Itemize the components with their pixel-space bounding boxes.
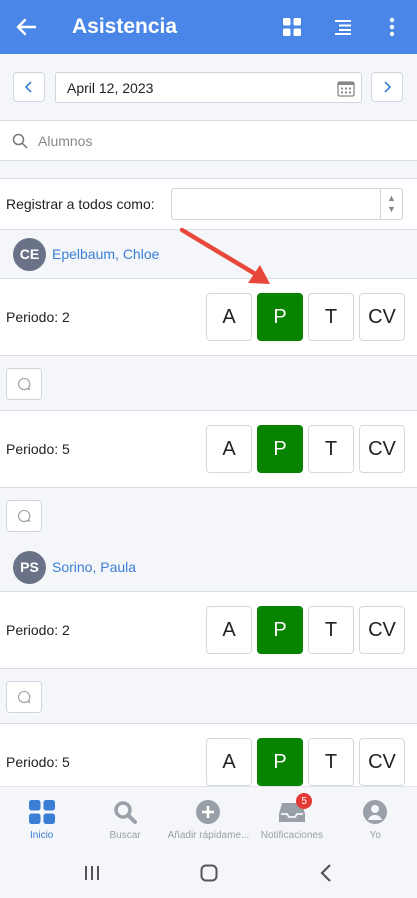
calendar-icon[interactable] [337,79,355,97]
chevron-left-icon [24,81,32,93]
home-button[interactable] [197,861,221,885]
comment-row [0,488,417,544]
tab-notificaciones[interactable]: 5 Notificaciones [250,787,333,850]
date-field[interactable]: April 12, 2023 [55,72,362,103]
comment-row [0,669,417,725]
system-navigation-bar [0,849,417,898]
next-date-button[interactable] [371,72,403,102]
attendance-option-cv[interactable]: CV [359,425,405,473]
attendance-option-a[interactable]: A [206,293,252,341]
person-icon [363,800,388,824]
attendance-option-t[interactable]: T [308,293,354,341]
date-value: April 12, 2023 [67,79,154,96]
attendance-option-p-selected[interactable]: P [257,738,303,786]
attendance-option-cv[interactable]: CV [359,606,405,654]
comment-button[interactable] [6,500,42,532]
tab-label: Notificaciones [260,830,323,841]
select-spinner[interactable]: ▲ ▼ [380,189,402,219]
tab-label: Añadir rápidame... [167,830,250,841]
recent-apps-button[interactable] [80,861,104,885]
search-icon [114,801,138,824]
tab-inicio[interactable]: Inicio [0,787,83,850]
register-all-row: Registrar a todos como: ▲ ▼ [0,178,417,230]
search-icon [12,133,28,149]
date-navigation: April 12, 2023 [0,62,417,110]
bottom-tab-bar: Inicio Buscar Añadir rápidame... 5 Notif… [0,786,417,849]
attendance-option-t[interactable]: T [308,606,354,654]
attendance-option-a[interactable]: A [206,738,252,786]
student-header: PS Sorino, Paula [0,543,417,591]
period-label: Periodo: 2 [6,622,70,638]
comment-icon [18,690,31,704]
list-view-button[interactable] [317,0,367,54]
period-row: Periodo: 5 A P T CV [0,410,417,488]
tab-buscar[interactable]: Buscar [83,787,166,850]
attendance-option-p-selected[interactable]: P [257,425,303,473]
student-name-link[interactable]: Epelbaum, Chloe [52,246,159,262]
tab-label: Inicio [30,830,54,841]
period-row: Periodo: 2 A P T CV [0,278,417,356]
tab-label: Buscar [109,830,141,841]
back-button[interactable] [0,0,52,54]
tab-anadir-rapidamente[interactable]: Añadir rápidame... [167,787,250,850]
search-input[interactable]: Alumnos [38,133,92,149]
avatar: PS [13,550,46,584]
attendance-option-a[interactable]: A [206,425,252,473]
more-vertical-icon [389,17,395,37]
add-circle-icon [196,800,221,824]
comment-button[interactable] [6,368,42,400]
attendance-option-t[interactable]: T [308,738,354,786]
avatar: CE [13,237,46,271]
app-bar: Asistencia [0,0,417,54]
period-row: Periodo: 2 A P T CV [0,591,417,669]
chevron-left-icon [320,864,331,882]
page-title: Asistencia [72,15,178,38]
attendance-option-cv[interactable]: CV [359,738,405,786]
attendance-option-t[interactable]: T [308,425,354,473]
notification-badge: 5 [296,793,313,809]
chevron-right-icon [384,81,392,93]
chevron-up-icon: ▲ [387,193,396,203]
chevron-down-icon: ▼ [387,204,396,214]
system-back-button[interactable] [314,861,338,885]
list-icon [335,20,351,35]
comment-button[interactable] [6,681,42,713]
student-header: CE Epelbaum, Chloe [0,230,417,278]
period-label: Periodo: 2 [6,309,70,325]
home-square-icon [200,864,218,882]
grid-view-button[interactable] [267,0,317,54]
arrow-left-icon [16,18,37,36]
attendance-option-p-selected[interactable]: P [257,606,303,654]
comment-icon [18,509,31,523]
student-name-link[interactable]: Sorino, Paula [52,559,136,575]
attendance-option-a[interactable]: A [206,606,252,654]
more-options-button[interactable] [367,0,417,54]
home-grid-icon [28,800,55,824]
period-label: Periodo: 5 [6,441,70,457]
tab-label: Yo [369,830,381,841]
comment-icon [18,377,31,391]
student-search[interactable]: Alumnos [0,120,417,161]
tab-yo[interactable]: Yo [334,787,417,850]
attendance-option-cv[interactable]: CV [359,293,405,341]
register-all-label: Registrar a todos como: [6,196,155,212]
register-all-select[interactable]: ▲ ▼ [171,188,403,220]
previous-date-button[interactable] [13,72,45,102]
grid-icon [283,18,301,36]
recent-apps-icon [85,866,99,880]
comment-row [0,356,417,412]
attendance-option-p-selected[interactable]: P [257,293,303,341]
